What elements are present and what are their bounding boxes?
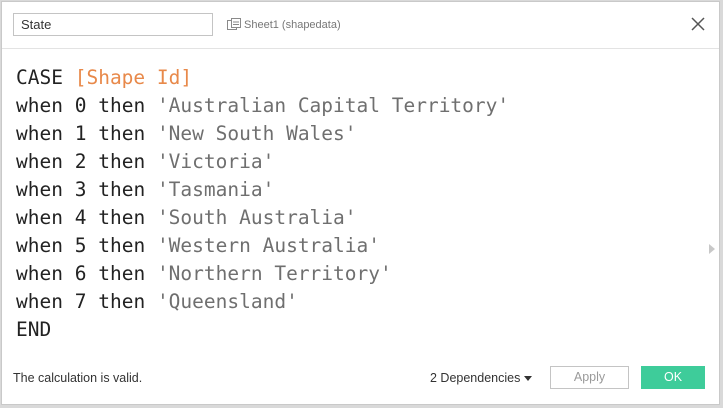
keyword-token: when bbox=[16, 178, 63, 201]
formula-line: when 3 then 'Tasmania' bbox=[16, 176, 509, 204]
keyword-token: then bbox=[98, 206, 146, 229]
keyword-token: then bbox=[98, 290, 146, 313]
datasource-label: Sheet1 (shapedata) bbox=[226, 16, 341, 34]
string-token: 'South Australia' bbox=[156, 206, 357, 229]
formula-line: when 6 then 'Northern Territory' bbox=[16, 260, 509, 288]
calculation-editor-dialog: Sheet1 (shapedata) CASE [Shape Id]when 0… bbox=[1, 1, 720, 405]
caret-down-icon bbox=[524, 376, 533, 381]
keyword-token: when bbox=[16, 122, 63, 145]
formula-line: END bbox=[16, 316, 509, 344]
formula-line: when 5 then 'Western Australia' bbox=[16, 232, 509, 260]
formula-line: when 1 then 'New South Wales' bbox=[16, 120, 509, 148]
number-token: 0 bbox=[74, 94, 87, 117]
calculation-name-input[interactable] bbox=[13, 13, 213, 36]
number-token: 3 bbox=[74, 178, 87, 201]
dependencies-label: 2 Dependencies bbox=[430, 371, 521, 385]
formula-line: when 0 then 'Australian Capital Territor… bbox=[16, 92, 509, 120]
string-token: 'Queensland' bbox=[156, 290, 298, 313]
string-token: 'Tasmania' bbox=[156, 178, 275, 201]
keyword-token: then bbox=[98, 178, 146, 201]
number-token: 5 bbox=[74, 234, 87, 257]
keyword-token: when bbox=[16, 234, 63, 257]
number-token: 7 bbox=[74, 290, 87, 313]
string-token: 'Victoria' bbox=[156, 150, 275, 173]
formula-line: when 4 then 'South Australia' bbox=[16, 204, 509, 232]
keyword-token: when bbox=[16, 290, 63, 313]
number-token: 1 bbox=[74, 122, 87, 145]
number-token: 6 bbox=[74, 262, 87, 285]
close-icon[interactable] bbox=[691, 17, 705, 31]
formula-line: CASE [Shape Id] bbox=[16, 64, 509, 92]
keyword-token: when bbox=[16, 94, 63, 117]
ok-button[interactable]: OK bbox=[641, 366, 705, 389]
keyword-token: then bbox=[98, 150, 146, 173]
keyword-token: when bbox=[16, 206, 63, 229]
dependencies-dropdown[interactable]: 2 Dependencies bbox=[430, 371, 533, 385]
keyword-token: when bbox=[16, 150, 63, 173]
string-token: 'Australian Capital Territory' bbox=[156, 94, 510, 117]
expand-panel-arrow-icon[interactable] bbox=[709, 244, 715, 254]
apply-button[interactable]: Apply bbox=[550, 366, 629, 389]
keyword-token: then bbox=[98, 262, 146, 285]
keyword-token: when bbox=[16, 262, 63, 285]
string-token: 'New South Wales' bbox=[156, 122, 357, 145]
datasource-name: Sheet1 (shapedata) bbox=[244, 19, 341, 31]
keyword-token: then bbox=[98, 234, 146, 257]
keyword-token: then bbox=[98, 122, 146, 145]
keyword-token: END bbox=[16, 318, 52, 341]
dialog-footer: The calculation is valid. 2 Dependencies… bbox=[2, 357, 719, 397]
formula-line: when 2 then 'Victoria' bbox=[16, 148, 509, 176]
keyword-token: CASE bbox=[16, 66, 63, 89]
string-token: 'Western Australia' bbox=[156, 234, 380, 257]
formula-text[interactable]: CASE [Shape Id] when 0 then 'Australian C… bbox=[16, 64, 509, 344]
validation-status: The calculation is valid. bbox=[13, 371, 143, 385]
formula-editor[interactable]: CASE [Shape Id] when 0 then 'Australian C… bbox=[2, 50, 719, 350]
keyword-token: then bbox=[98, 94, 146, 117]
number-token: 2 bbox=[74, 150, 87, 173]
field-token: [Shape Id] bbox=[74, 66, 193, 89]
string-token: 'Northern Territory' bbox=[156, 262, 392, 285]
datasource-icon bbox=[227, 18, 241, 30]
formula-line: when 7 then 'Queensland' bbox=[16, 288, 509, 316]
number-token: 4 bbox=[74, 206, 87, 229]
dialog-header: Sheet1 (shapedata) bbox=[2, 2, 719, 49]
